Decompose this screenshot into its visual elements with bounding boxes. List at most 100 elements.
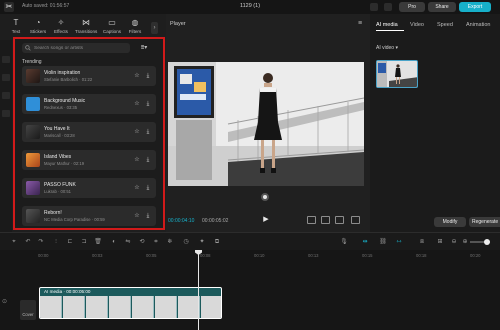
video-preview[interactable] bbox=[168, 62, 364, 186]
time-ruler[interactable]: 00:00 00:03 00:05 00:08 00:10 00:13 00:1… bbox=[18, 250, 500, 260]
tab-ai-media[interactable]: AI media bbox=[376, 22, 398, 28]
playhead[interactable] bbox=[198, 250, 199, 330]
split-left-icon[interactable]: ⊏ bbox=[66, 238, 74, 246]
link-icon[interactable]: ⛓ bbox=[379, 238, 387, 246]
favorite-icon[interactable]: ☆ bbox=[133, 72, 141, 80]
favorite-icon[interactable]: ☆ bbox=[133, 184, 141, 192]
track-title: Violin inspiration bbox=[44, 70, 81, 76]
list-item[interactable]: PASSO FUNK Lukrab · 00:51 ☆ ⤓ bbox=[22, 178, 156, 198]
track-thumbnail bbox=[26, 125, 40, 139]
favorite-icon[interactable]: ☆ bbox=[133, 128, 141, 136]
ruler-tick: 00:03 bbox=[92, 253, 103, 258]
download-icon[interactable]: ⤓ bbox=[144, 128, 152, 136]
download-icon[interactable]: ⤓ bbox=[144, 72, 152, 80]
mirror-icon[interactable]: ⇋ bbox=[124, 238, 132, 246]
speed-icon[interactable]: ◷ bbox=[182, 238, 190, 246]
zoom-in-icon[interactable]: ⊕ bbox=[461, 238, 469, 246]
window-menu-icon[interactable] bbox=[384, 3, 392, 11]
search-input[interactable] bbox=[34, 44, 128, 52]
app-logo-icon[interactable]: ✂ bbox=[4, 2, 14, 12]
resize-icon[interactable]: ⧉ bbox=[213, 238, 221, 246]
download-icon[interactable]: ⤓ bbox=[144, 100, 152, 108]
list-item[interactable]: Island Vibes Mayur Mathur · 02:19 ☆ ⤓ bbox=[22, 150, 156, 170]
tab-stickers-label: Stickers bbox=[29, 29, 47, 34]
track-meta: Mariscall · 03:28 bbox=[44, 133, 75, 138]
clip-label: AI media · 00:00:05:00 bbox=[44, 289, 91, 294]
rotate-icon[interactable]: ⟲ bbox=[138, 238, 146, 246]
zoom-slider-handle[interactable] bbox=[484, 239, 490, 245]
undo-icon[interactable]: ↶ bbox=[24, 238, 32, 246]
track-lock-icon[interactable]: ⊙ bbox=[2, 298, 7, 305]
modify-button[interactable]: Modify bbox=[434, 217, 466, 227]
category-item[interactable] bbox=[2, 74, 10, 81]
ruler-tick: 00:13 bbox=[308, 253, 319, 258]
section-title: Trending bbox=[22, 59, 42, 65]
download-icon[interactable]: ⤓ bbox=[144, 184, 152, 192]
timeline: 00:00 00:03 00:05 00:08 00:10 00:13 00:1… bbox=[0, 250, 500, 330]
category-item[interactable] bbox=[2, 110, 10, 117]
download-icon[interactable]: ⤓ bbox=[144, 156, 152, 164]
project-title[interactable]: 1129 (1) bbox=[230, 3, 270, 9]
mask-icon[interactable]: ◐ bbox=[110, 238, 118, 246]
clip-frame bbox=[155, 296, 177, 318]
fit-icon[interactable] bbox=[307, 216, 316, 224]
track-meta: NC Media Corp Paradise · 00:59 bbox=[44, 217, 105, 222]
cover-button[interactable]: Cover bbox=[20, 300, 36, 320]
split-right-icon[interactable]: ⊐ bbox=[80, 238, 88, 246]
capture-frame-icon[interactable] bbox=[261, 193, 269, 201]
pro-button-label: Pro bbox=[408, 4, 416, 10]
list-item[interactable]: Background Music Rednexus · 03:35 ☆ ⤓ bbox=[22, 94, 156, 114]
ruler-tick: 00:10 bbox=[254, 253, 265, 258]
video-clip[interactable]: AI media · 00:00:05:00 bbox=[39, 287, 222, 319]
layout-icon[interactable] bbox=[370, 3, 378, 11]
pro-button[interactable]: Pro bbox=[399, 2, 425, 12]
list-item[interactable]: You Have It Mariscall · 03:28 ☆ ⤓ bbox=[22, 122, 156, 142]
category-strip bbox=[0, 40, 12, 232]
split-screen-icon[interactable]: ⧈ bbox=[418, 238, 426, 246]
export-button[interactable]: Export bbox=[459, 2, 491, 12]
clip-frame bbox=[40, 296, 62, 318]
tab-speed[interactable]: Speed bbox=[437, 22, 453, 28]
microphone-icon[interactable]: 🎙 bbox=[340, 238, 348, 246]
split-icon[interactable]: ⫶ bbox=[52, 238, 60, 246]
quality-icon[interactable] bbox=[335, 216, 344, 224]
track-thumbnail bbox=[26, 69, 40, 83]
list-item[interactable]: Reborn! NC Media Corp Paradise · 00:59 ☆… bbox=[22, 206, 156, 226]
search-box[interactable] bbox=[22, 43, 130, 53]
ruler-tick: 00:18 bbox=[416, 253, 427, 258]
list-item[interactable]: Violin inspiration Stefanie Barbolich · … bbox=[22, 66, 156, 86]
more-tools-icon[interactable]: › bbox=[151, 22, 158, 34]
play-icon[interactable]: ▶ bbox=[261, 215, 271, 225]
favorite-icon[interactable]: ☆ bbox=[133, 100, 141, 108]
music-library-panel: ⩩▾ Trending Violin inspiration Stefanie … bbox=[13, 37, 165, 230]
favorite-icon[interactable]: ☆ bbox=[133, 212, 141, 220]
zoom-out-icon[interactable]: ⊖ bbox=[450, 238, 458, 246]
ai-video-heading[interactable]: AI video ▾ bbox=[376, 45, 398, 51]
share-button[interactable]: Share bbox=[428, 2, 456, 12]
track-title: PASSO FUNK bbox=[44, 182, 76, 188]
ratio-icon[interactable] bbox=[321, 216, 330, 224]
delete-icon[interactable]: 🗑 bbox=[94, 238, 102, 246]
category-item[interactable] bbox=[2, 56, 10, 63]
menu-icon[interactable]: ≡ bbox=[358, 20, 362, 27]
clip-frame bbox=[201, 296, 221, 318]
tab-animation[interactable]: Animation bbox=[466, 22, 490, 28]
regenerate-button[interactable]: Regenerate bbox=[469, 217, 500, 227]
tab-video[interactable]: Video bbox=[410, 22, 424, 28]
download-icon[interactable]: ⤓ bbox=[144, 212, 152, 220]
favorite-icon[interactable]: ☆ bbox=[133, 156, 141, 164]
freeze-icon[interactable]: ❄ bbox=[166, 238, 174, 246]
fullscreen-icon[interactable] bbox=[351, 216, 360, 224]
zoom-fit-icon[interactable]: ⊞ bbox=[436, 238, 444, 246]
preview-axis-icon[interactable]: ⇿ bbox=[395, 238, 403, 246]
ai-video-thumbnail[interactable] bbox=[376, 60, 418, 88]
snap-icon[interactable]: ⇹ bbox=[361, 238, 369, 246]
track-meta: Lukrab · 00:51 bbox=[44, 189, 72, 194]
filter-dropdown[interactable]: ⩩▾ bbox=[141, 43, 155, 53]
magic-icon[interactable]: ✦ bbox=[198, 238, 206, 246]
select-tool-icon[interactable]: ⌖ bbox=[10, 238, 18, 246]
redo-icon[interactable]: ↷ bbox=[37, 238, 45, 246]
category-item[interactable] bbox=[2, 92, 10, 99]
crop-icon[interactable]: ⌗ bbox=[152, 238, 160, 246]
track-thumbnail bbox=[26, 97, 40, 111]
